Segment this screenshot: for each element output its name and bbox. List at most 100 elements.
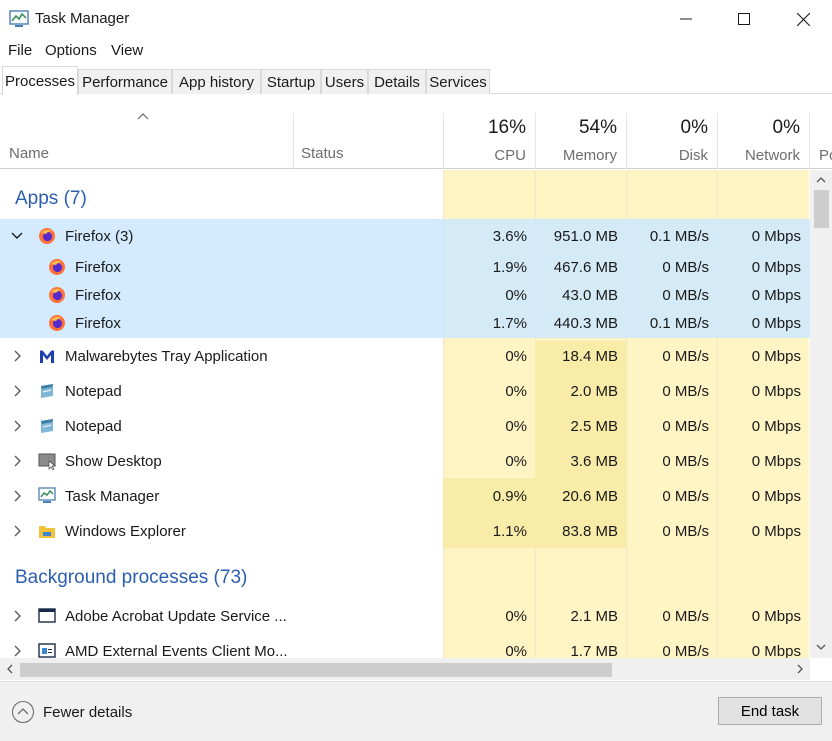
memory-value: 2.5 MB bbox=[570, 418, 618, 435]
chevron-down-icon[interactable] bbox=[10, 229, 24, 243]
group-apps: Apps (7) bbox=[15, 188, 87, 209]
disk-total-percent: 0% bbox=[680, 117, 708, 138]
process-name: Adobe Acrobat Update Service ... bbox=[65, 608, 287, 625]
table-row[interactable]: AMD External Events Client Mo... 0% 1.7 … bbox=[0, 633, 810, 658]
disk-value: 0.1 MB/s bbox=[649, 315, 709, 332]
tab-users[interactable]: Users bbox=[321, 69, 368, 94]
process-name: Notepad bbox=[65, 383, 122, 400]
chevron-right-icon[interactable] bbox=[10, 644, 24, 658]
table-row[interactable]: Adobe Acrobat Update Service ... 0% 2.1 … bbox=[0, 598, 810, 633]
end-task-button[interactable]: End task bbox=[718, 697, 822, 725]
tab-performance[interactable]: Performance bbox=[78, 69, 172, 94]
table-row[interactable]: Malwarebytes Tray Application 0% 18.4 MB… bbox=[0, 338, 810, 373]
cpu-value: 0% bbox=[505, 418, 527, 435]
chevron-right-icon[interactable] bbox=[10, 384, 24, 398]
chevron-up-circle-icon[interactable] bbox=[11, 700, 35, 724]
memory-value: 1.7 MB bbox=[570, 643, 618, 658]
cpu-value: 1.7% bbox=[492, 315, 527, 332]
memory-value: 83.8 MB bbox=[562, 523, 618, 540]
disk-value: 0 MB/s bbox=[662, 259, 709, 276]
table-row[interactable]: Notepad 0% 2.0 MB 0 MB/s 0 Mbps bbox=[0, 373, 810, 408]
table-row[interactable]: Show Desktop 0% 3.6 MB 0 MB/s 0 Mbps bbox=[0, 443, 810, 478]
table-row[interactable]: Firefox 1.7% 440.3 MB 0.1 MB/s 0 Mbps bbox=[0, 309, 810, 338]
disk-value: 0 MB/s bbox=[662, 348, 709, 365]
cpu-value: 0% bbox=[505, 643, 527, 658]
chevron-right-icon[interactable] bbox=[10, 524, 24, 538]
network-value: 0 Mbps bbox=[751, 383, 801, 400]
chevron-right-icon[interactable] bbox=[10, 489, 24, 503]
column-header-network[interactable]: 0% Network bbox=[717, 113, 809, 169]
chevron-right-icon[interactable] bbox=[10, 349, 24, 363]
group-background-processes: Background processes (73) bbox=[15, 567, 248, 588]
title-bar: Task Manager bbox=[0, 0, 832, 38]
memory-value: 467.6 MB bbox=[553, 259, 618, 276]
horizontal-scroll-thumb[interactable] bbox=[20, 663, 612, 677]
maximize-icon bbox=[738, 13, 750, 25]
memory-value: 440.3 MB bbox=[553, 315, 618, 332]
window-icon bbox=[38, 608, 56, 623]
scroll-right-icon[interactable] bbox=[797, 664, 804, 674]
chevron-right-icon[interactable] bbox=[10, 419, 24, 433]
tab-services[interactable]: Services bbox=[426, 69, 490, 94]
cpu-label: CPU bbox=[494, 147, 526, 164]
memory-value: 2.0 MB bbox=[570, 383, 618, 400]
vertical-scrollbar[interactable] bbox=[810, 170, 832, 658]
power-label-partial: Po bbox=[819, 147, 832, 164]
menu-bar: File Options View bbox=[0, 38, 832, 64]
fewer-details-link[interactable]: Fewer details bbox=[43, 704, 132, 721]
process-name: Firefox bbox=[75, 287, 121, 304]
cpu-value: 0% bbox=[505, 453, 527, 470]
menu-options[interactable]: Options bbox=[45, 42, 97, 59]
maximize-button[interactable] bbox=[715, 0, 773, 38]
show-desktop-icon bbox=[38, 453, 56, 470]
network-total-percent: 0% bbox=[772, 117, 800, 138]
notepad-icon bbox=[41, 384, 53, 398]
disk-value: 0 MB/s bbox=[662, 418, 709, 435]
table-row[interactable]: Firefox 0% 43.0 MB 0 MB/s 0 Mbps bbox=[0, 281, 810, 309]
column-header-disk[interactable]: 0% Disk bbox=[626, 113, 717, 169]
menu-file[interactable]: File bbox=[8, 42, 32, 59]
table-row[interactable]: Windows Explorer 1.1% 83.8 MB 0 MB/s 0 M… bbox=[0, 513, 810, 548]
tab-processes[interactable]: Processes bbox=[2, 66, 78, 95]
memory-value: 3.6 MB bbox=[570, 453, 618, 470]
column-header-status[interactable]: Status bbox=[301, 145, 344, 162]
scroll-left-icon[interactable] bbox=[6, 664, 13, 674]
chevron-right-icon[interactable] bbox=[10, 454, 24, 468]
cpu-value: 0% bbox=[505, 348, 527, 365]
column-header-name[interactable]: Name bbox=[9, 145, 49, 162]
table-row[interactable]: Task Manager 0.9% 20.6 MB 0 MB/s 0 Mbps bbox=[0, 478, 810, 513]
column-header-cpu[interactable]: 16% CPU bbox=[443, 113, 535, 169]
chevron-right-icon[interactable] bbox=[10, 609, 24, 623]
scroll-up-icon[interactable] bbox=[816, 176, 826, 183]
network-value: 0 Mbps bbox=[751, 418, 801, 435]
tab-app-history[interactable]: App history bbox=[172, 69, 261, 94]
memory-value: 20.6 MB bbox=[562, 488, 618, 505]
disk-value: 0 MB/s bbox=[662, 383, 709, 400]
firefox-icon bbox=[49, 259, 65, 275]
menu-view[interactable]: View bbox=[111, 42, 143, 59]
tab-details[interactable]: Details bbox=[368, 69, 426, 94]
column-header-power[interactable]: Po bbox=[809, 113, 832, 169]
network-value: 0 Mbps bbox=[751, 287, 801, 304]
column-header-memory[interactable]: 54% Memory bbox=[535, 113, 626, 169]
network-value: 0 Mbps bbox=[751, 453, 801, 470]
minimize-button[interactable] bbox=[657, 0, 715, 38]
table-row[interactable]: Notepad 0% 2.5 MB 0 MB/s 0 Mbps bbox=[0, 408, 810, 443]
scroll-down-icon[interactable] bbox=[816, 644, 826, 651]
table-row[interactable]: Firefox (3) 3.6% 951.0 MB 0.1 MB/s 0 Mbp… bbox=[0, 219, 810, 253]
network-value: 0 Mbps bbox=[751, 523, 801, 540]
cpu-value: 0% bbox=[505, 608, 527, 625]
task-manager-icon bbox=[9, 10, 29, 27]
process-name: Notepad bbox=[65, 418, 122, 435]
process-name: AMD External Events Client Mo... bbox=[65, 643, 288, 658]
folder-icon bbox=[39, 526, 55, 538]
vertical-scroll-thumb[interactable] bbox=[814, 190, 829, 228]
close-button[interactable] bbox=[774, 0, 832, 38]
firefox-icon bbox=[39, 228, 55, 244]
malwarebytes-icon bbox=[40, 350, 54, 363]
tab-startup[interactable]: Startup bbox=[261, 69, 321, 94]
table-row[interactable]: Firefox 1.9% 467.6 MB 0 MB/s 0 Mbps bbox=[0, 253, 810, 281]
footer: Fewer details End task bbox=[0, 681, 832, 741]
firefox-icon bbox=[49, 287, 65, 303]
disk-value: 0.1 MB/s bbox=[649, 228, 709, 245]
